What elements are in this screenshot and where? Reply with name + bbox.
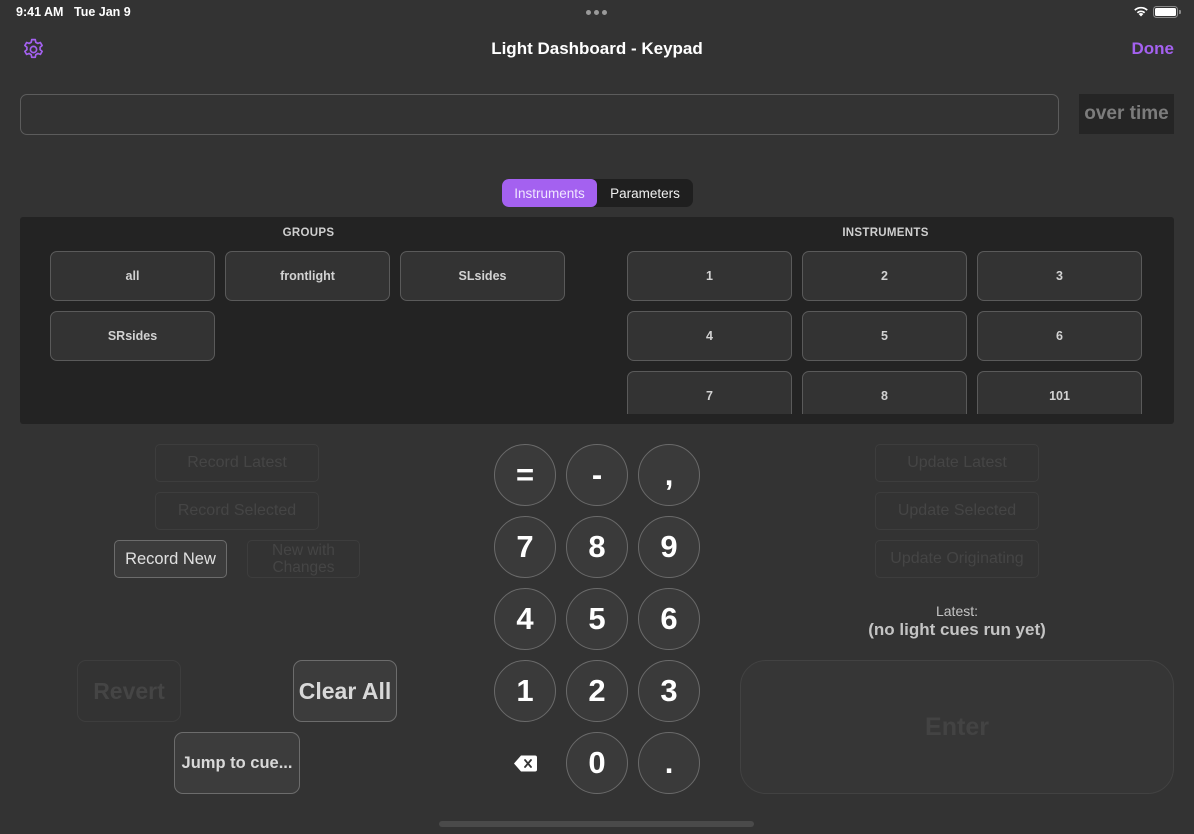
update-selected-button[interactable]: Update Selected (875, 492, 1039, 530)
instrument-tile[interactable]: 1 (627, 251, 792, 301)
group-tile[interactable]: SLsides (400, 251, 565, 301)
home-indicator[interactable] (439, 821, 754, 827)
key-0[interactable]: 0 (566, 732, 628, 794)
key-comma[interactable]: , (638, 444, 700, 506)
key-9[interactable]: 9 (638, 516, 700, 578)
status-time: 9:41 AM (16, 5, 64, 19)
navigation-bar: Light Dashboard - Keypad Done (0, 30, 1194, 70)
revert-button[interactable]: Revert (77, 660, 181, 722)
key-4[interactable]: 4 (494, 588, 556, 650)
instrument-tile[interactable]: 6 (977, 311, 1142, 361)
backspace-button[interactable] (494, 732, 556, 794)
update-originating-button[interactable]: Update Originating (875, 540, 1039, 578)
latest-cue-value: (no light cues run yet) (868, 620, 1046, 639)
tab-bar: Instruments Parameters (502, 179, 693, 207)
enter-button[interactable]: Enter (740, 660, 1174, 794)
key-3[interactable]: 3 (638, 660, 700, 722)
record-latest-button[interactable]: Record Latest (155, 444, 319, 482)
instrument-tile[interactable]: 7 (627, 371, 792, 414)
instrument-tile[interactable]: 4 (627, 311, 792, 361)
new-with-changes-button[interactable]: New with Changes (247, 540, 360, 578)
tab-instruments[interactable]: Instruments (502, 179, 597, 207)
instrument-tile[interactable]: 3 (977, 251, 1142, 301)
done-button[interactable]: Done (1132, 39, 1175, 59)
battery-full-icon (1153, 6, 1181, 18)
latest-label: Latest: (935, 603, 979, 619)
update-latest-button[interactable]: Update Latest (875, 444, 1039, 482)
ellipsis-icon[interactable] (586, 10, 607, 15)
group-tile[interactable]: frontlight (225, 251, 390, 301)
clear-all-button[interactable]: Clear All (293, 660, 397, 722)
page-title: Light Dashboard - Keypad (491, 39, 703, 58)
instrument-tile[interactable]: 5 (802, 311, 967, 361)
key-2[interactable]: 2 (566, 660, 628, 722)
instrument-tile[interactable]: 8 (802, 371, 967, 414)
group-tile[interactable]: SRsides (50, 311, 215, 361)
status-bar: 9:41 AM Tue Jan 9 (0, 0, 1194, 24)
gear-icon[interactable] (21, 37, 46, 62)
selection-panel: GROUPS all frontlight SLsides SRsides IN… (20, 217, 1174, 424)
key-8[interactable]: 8 (566, 516, 628, 578)
key-6[interactable]: 6 (638, 588, 700, 650)
jump-to-cue-button[interactable]: Jump to cue... (174, 732, 300, 794)
record-selected-button[interactable]: Record Selected (155, 492, 319, 530)
key-decimal[interactable]: . (638, 732, 700, 794)
key-5[interactable]: 5 (566, 588, 628, 650)
instrument-tile[interactable]: 101 (977, 371, 1142, 414)
over-time-button[interactable]: over time (1079, 94, 1174, 134)
key-equals[interactable]: = (494, 444, 556, 506)
wifi-icon (1134, 6, 1148, 17)
record-new-button[interactable]: Record New (114, 540, 227, 578)
key-7[interactable]: 7 (494, 516, 556, 578)
instruments-grid[interactable]: 1 2 3 4 5 6 7 8 101 (597, 217, 1174, 414)
key-1[interactable]: 1 (494, 660, 556, 722)
backspace-icon (513, 755, 537, 771)
instrument-tile[interactable]: 2 (802, 251, 967, 301)
status-date: Tue Jan 9 (74, 5, 131, 19)
key-minus[interactable]: - (566, 444, 628, 506)
command-line-input[interactable] (20, 94, 1059, 135)
tab-parameters[interactable]: Parameters (597, 179, 693, 207)
groups-header: GROUPS (282, 227, 335, 239)
group-tile[interactable]: all (50, 251, 215, 301)
